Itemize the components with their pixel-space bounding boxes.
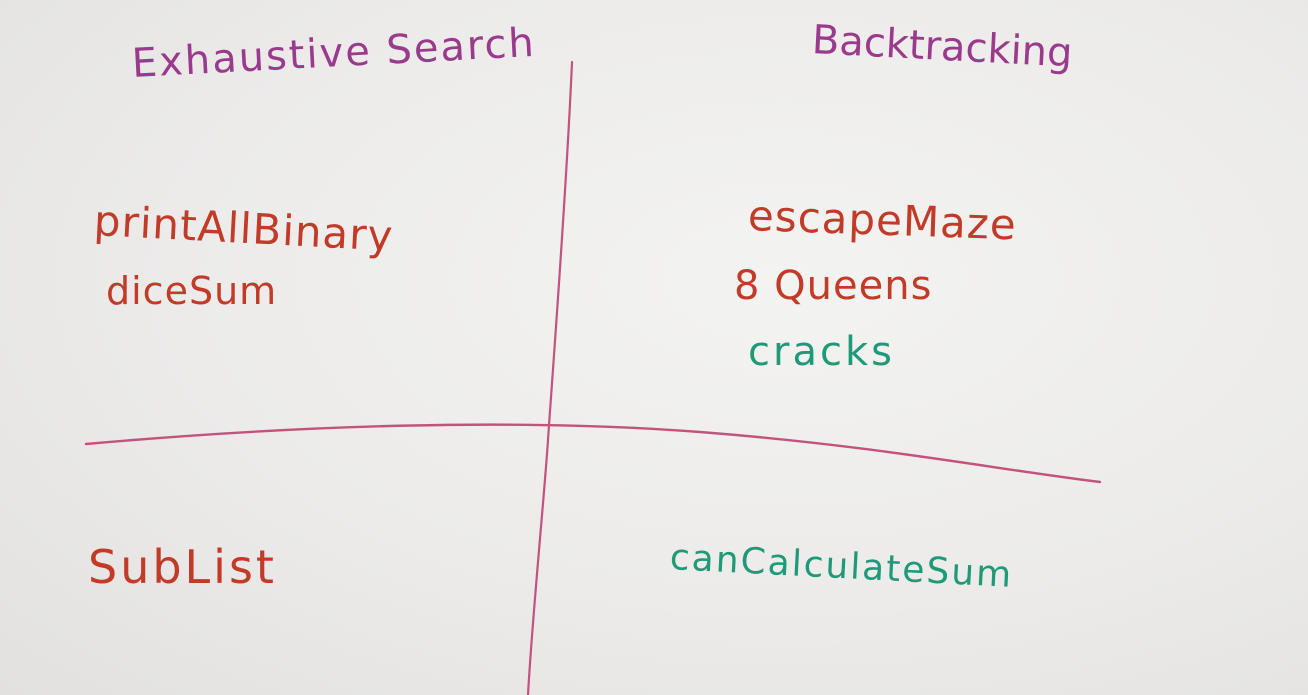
whiteboard: Exhaustive Search Backtracking printAllB…: [0, 0, 1308, 695]
vertical-divider-line: [526, 60, 574, 695]
cracks-item: cracks: [748, 329, 895, 375]
eight-queens-item: 8 Queens: [734, 263, 933, 309]
escape-maze-item: escapeMaze: [747, 191, 1018, 250]
sublist-item: SubList: [88, 540, 277, 594]
dice-sum-item: diceSum: [106, 269, 278, 313]
horizontal-divider-line: [84, 423, 1102, 484]
